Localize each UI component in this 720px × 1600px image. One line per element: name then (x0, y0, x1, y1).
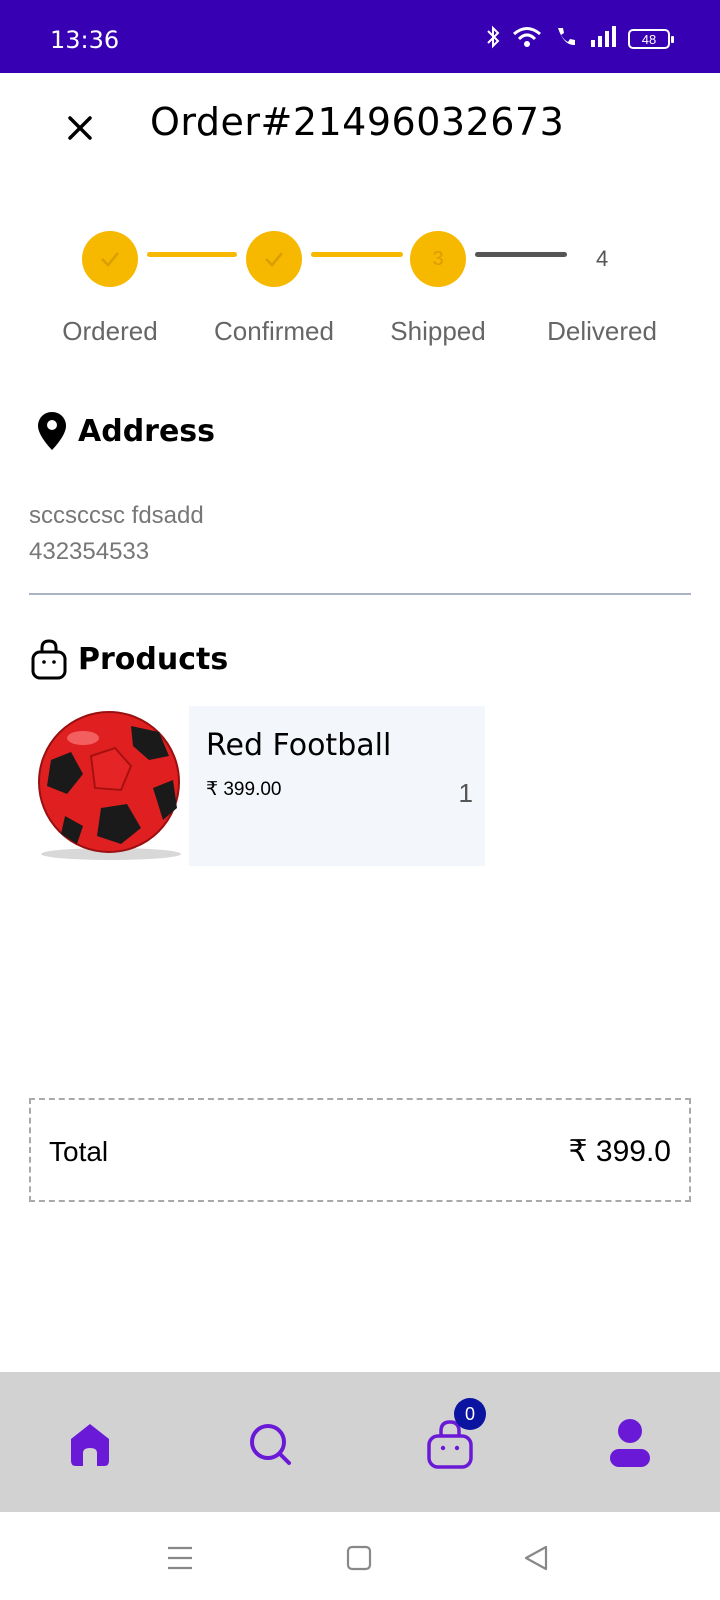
address-line-1: sccsccsc fdsadd (29, 502, 204, 529)
step-label-delivered: Delivered (547, 316, 657, 346)
step-label-confirmed: Confirmed (214, 316, 334, 346)
address-heading: Address (78, 413, 216, 449)
step-4-number: 4 (596, 246, 609, 271)
menu-lines-icon (168, 1546, 192, 1570)
address-details: sccsccsc fdsadd 432354533 (29, 498, 204, 570)
products-heading: Products (78, 641, 229, 677)
product-price: ₹ 399.00 (206, 779, 282, 800)
step-3-circle: 3 (410, 231, 466, 287)
nav-home[interactable] (58, 1412, 122, 1476)
location-pin-icon (38, 412, 66, 450)
nav-search[interactable] (238, 1412, 302, 1476)
product-quantity: 1 (458, 778, 473, 808)
bottom-navigation: 0 (0, 1372, 720, 1512)
step-connector-2 (311, 252, 403, 257)
recents-button[interactable] (160, 1538, 200, 1578)
step-1-circle (82, 231, 138, 287)
home-system-button[interactable] (339, 1538, 379, 1578)
battery-icon: 48 (628, 29, 674, 49)
system-navigation-bar (0, 1512, 720, 1600)
product-image-red-football (29, 706, 189, 866)
nav-cart[interactable]: 0 (418, 1398, 486, 1476)
section-divider (29, 593, 691, 595)
status-bar: 13:36 48 (0, 0, 720, 73)
home-icon (71, 1424, 109, 1466)
bluetooth-icon (486, 25, 500, 54)
status-time: 13:36 (50, 26, 120, 54)
nav-profile[interactable] (598, 1412, 662, 1476)
total-box: Total ₹ 399.0 (29, 1098, 691, 1202)
check-icon (265, 252, 283, 267)
back-triangle-icon (524, 1545, 548, 1571)
order-progress-stepper: 3 4 Ordered Confirmed Shipped Delivered (0, 226, 720, 366)
close-button[interactable] (60, 108, 100, 148)
total-label: Total (49, 1136, 109, 1167)
step-2-circle (246, 231, 302, 287)
step-connector-1 (147, 252, 237, 257)
page-title: Order#21496032673 (150, 100, 565, 144)
product-name: Red Football (206, 728, 392, 763)
cart-count-badge: 0 (454, 1398, 486, 1430)
call-icon (554, 25, 578, 54)
signal-icon (590, 25, 616, 53)
step-connector-3 (475, 252, 567, 257)
status-icons: 48 (486, 24, 674, 54)
total-value: ₹ 399.0 (568, 1135, 672, 1168)
step-label-ordered: Ordered (62, 316, 158, 346)
step-label-shipped: Shipped (390, 316, 486, 346)
search-icon (250, 1424, 291, 1465)
product-card[interactable]: Red Football ₹ 399.00 1 (29, 706, 485, 866)
products-header: Products (30, 638, 228, 680)
check-icon (101, 252, 119, 267)
wifi-icon (512, 25, 542, 54)
product-info: Red Football ₹ 399.00 1 (189, 706, 485, 866)
shopping-bag-icon (31, 639, 67, 680)
football-image (38, 711, 181, 860)
address-line-2: 432354533 (29, 538, 150, 565)
address-header: Address (36, 410, 215, 452)
profile-icon (610, 1419, 650, 1467)
back-button[interactable] (516, 1538, 556, 1578)
close-icon (68, 116, 92, 140)
square-icon (346, 1545, 372, 1571)
